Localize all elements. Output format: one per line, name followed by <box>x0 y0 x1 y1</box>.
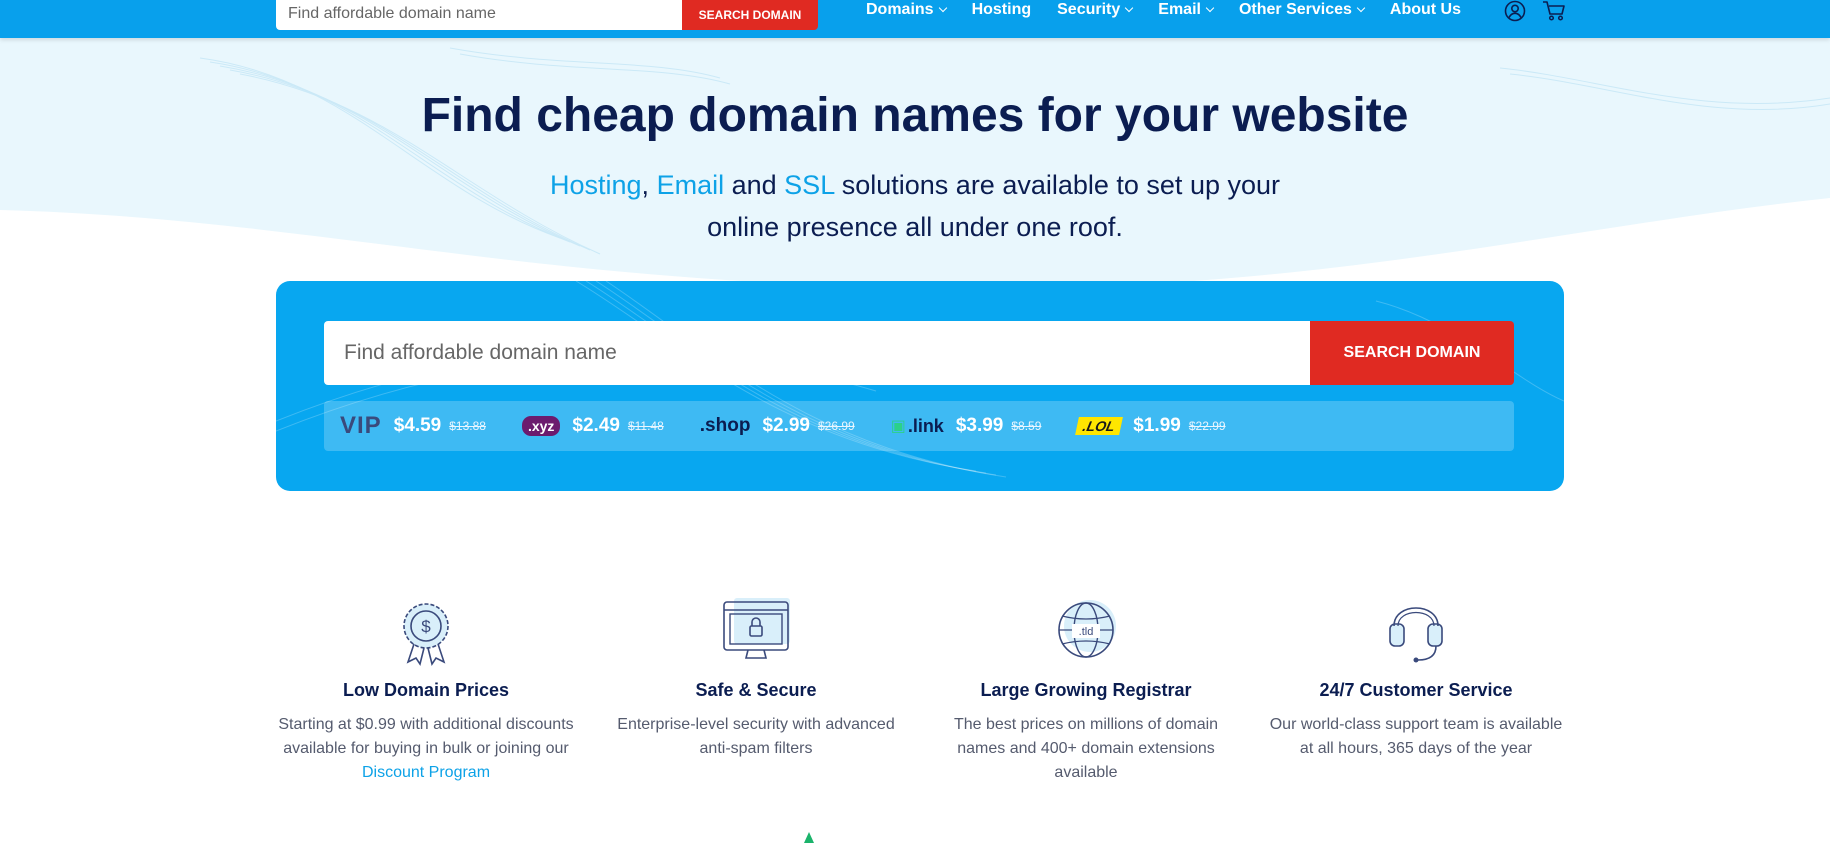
top-navbar: SEARCH DOMAIN Domains Hosting Security E… <box>0 0 1830 38</box>
secure-browser-icon <box>723 598 790 659</box>
hosting-link[interactable]: Hosting <box>550 170 642 200</box>
feature-description: Starting at $0.99 with additional discou… <box>276 713 576 785</box>
xyz-logo: .xyz <box>521 416 561 436</box>
main-nav: Domains Hosting Security Email Other Ser… <box>866 0 1461 20</box>
feature-low-prices: $ Low Domain Prices Starting at $0.99 wi… <box>276 596 576 785</box>
link-logo: .link <box>907 415 944 436</box>
subtitle-rest: solutions are available to set up your <box>841 170 1280 200</box>
tld-lol[interactable]: .LOL $1.99 $22.99 <box>1075 415 1226 437</box>
header-search-form: SEARCH DOMAIN <box>276 0 818 30</box>
link-chain-icon: ▣ <box>890 418 906 435</box>
ssl-link[interactable]: SSL <box>784 170 834 200</box>
chevron-down-icon <box>938 3 947 13</box>
tld-price: $1.99 <box>1133 415 1181 436</box>
tld-shop[interactable]: .shop $2.99 $26.99 <box>700 415 855 437</box>
tld-globe-icon: .tld <box>1058 600 1116 658</box>
nav-security-label: Security <box>1057 1 1121 18</box>
features-section: $ Low Domain Prices Starting at $0.99 wi… <box>276 596 1594 796</box>
tld-price: $3.99 <box>955 415 1004 436</box>
comma-text: , <box>641 170 650 200</box>
tld-price: $4.59 <box>393 415 442 436</box>
user-icon[interactable] <box>1504 0 1526 22</box>
feature-title: Low Domain Prices <box>342 680 510 700</box>
tld-old-price: $8.59 <box>1011 419 1042 433</box>
nav-security[interactable]: Security <box>1057 0 1134 20</box>
feature-desc-text: Starting at $0.99 with additional discou… <box>278 716 574 757</box>
nav-about-us-label: About Us <box>1389 1 1462 18</box>
nav-domains[interactable]: Domains <box>866 0 947 20</box>
tree-icon <box>804 832 814 843</box>
header-icons <box>1504 0 1566 22</box>
feature-title: Large Growing Registrar <box>980 680 1192 700</box>
svg-text:$: $ <box>421 617 431 636</box>
feature-large-registrar: .tld Large Growing Registrar The best pr… <box>936 596 1236 785</box>
main-search-form: SEARCH DOMAIN <box>324 321 1514 385</box>
dollar-award-icon: $ <box>403 603 449 666</box>
cart-icon[interactable] <box>1542 0 1566 22</box>
tld-xyz[interactable]: .xyz $2.49 $11.48 <box>521 415 664 437</box>
header-search-button[interactable]: SEARCH DOMAIN <box>682 0 818 30</box>
discount-program-link[interactable]: Discount Program <box>362 764 490 781</box>
feature-description: The best prices on millions of domain na… <box>953 716 1219 781</box>
nav-hosting-label: Hosting <box>971 1 1032 18</box>
domain-search-panel: SEARCH DOMAIN VIP $4.59 $13.88 .xyz $2.4… <box>276 281 1564 491</box>
tld-price: $2.49 <box>572 415 620 436</box>
vip-logo: VIP <box>340 412 382 439</box>
tld-link[interactable]: ▣ .link $3.99 $8.59 <box>891 415 1042 437</box>
domain-search-input[interactable] <box>324 321 1310 385</box>
tld-old-price: $22.99 <box>1188 419 1226 433</box>
chevron-down-icon <box>1356 3 1366 13</box>
feature-customer-service: 24/7 Customer Service Our world-class su… <box>1266 596 1566 761</box>
and-text: and <box>731 170 777 200</box>
subtitle-line2: online presence all under one roof. <box>707 212 1123 242</box>
nav-email-label: Email <box>1158 1 1201 18</box>
feature-title: 24/7 Customer Service <box>1319 680 1513 700</box>
panel-lines-decoration <box>276 281 1564 478</box>
tld-price-strip: VIP $4.59 $13.88 .xyz $2.49 $11.48 .shop… <box>324 401 1514 451</box>
nav-about-us[interactable]: About Us <box>1390 0 1461 20</box>
feature-title: Safe & Secure <box>695 680 817 700</box>
tld-old-price: $11.48 <box>627 419 664 433</box>
feature-description: Our world-class support team is availabl… <box>1269 716 1563 757</box>
headset-icon <box>1389 607 1443 663</box>
tld-vip[interactable]: VIP $4.59 $13.88 <box>340 412 486 440</box>
nav-email[interactable]: Email <box>1158 0 1215 20</box>
search-domain-button[interactable]: SEARCH DOMAIN <box>1310 321 1514 385</box>
tld-icon-text: .tld <box>1079 626 1094 638</box>
feature-safe-secure: Safe & Secure Enterprise-level security … <box>606 596 906 761</box>
feature-description: Enterprise-level security with advanced … <box>617 716 895 757</box>
chevron-down-icon <box>1125 3 1134 13</box>
header-search-input[interactable] <box>276 0 682 30</box>
tld-price: $2.99 <box>762 415 810 436</box>
nav-domains-label: Domains <box>866 1 934 18</box>
nav-other-services[interactable]: Other Services <box>1238 0 1366 20</box>
email-link[interactable]: Email <box>657 170 725 200</box>
shop-logo: .shop <box>699 415 751 436</box>
hero-subtitle: Hosting, Email and SSL solutions are ava… <box>0 164 1830 248</box>
lol-logo: .LOL <box>1075 417 1124 435</box>
tld-old-price: $26.99 <box>817 419 855 433</box>
nav-hosting[interactable]: Hosting <box>972 0 1032 20</box>
page-title: Find cheap domain names for your website <box>421 89 1409 142</box>
nav-other-services-label: Other Services <box>1238 1 1352 18</box>
tld-old-price: $13.88 <box>449 419 486 433</box>
chevron-down-icon <box>1205 3 1215 13</box>
